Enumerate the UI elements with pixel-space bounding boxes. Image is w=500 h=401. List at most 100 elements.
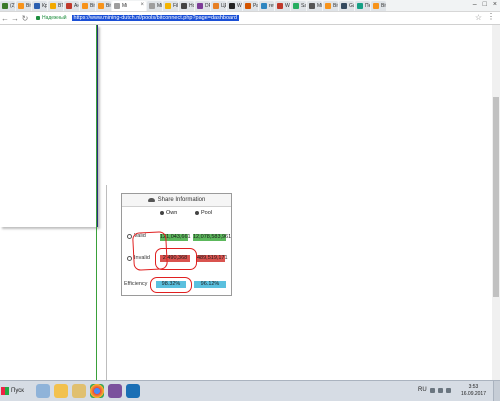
browser-tab[interactable]: Ho: [179, 1, 194, 11]
annotation-circle-invalid-value: [155, 248, 197, 270]
favicon-icon: [165, 3, 171, 9]
system-clock[interactable]: 3:53 16.09.2017: [461, 384, 486, 398]
users-icon: [195, 211, 199, 215]
card-title: Share Information: [157, 197, 206, 203]
tab-title: Кр: [42, 3, 47, 9]
browser-tab[interactable]: DP: [195, 1, 210, 11]
browser-tab[interactable]: Bit: [371, 1, 386, 11]
annotation-circle-efficiency: [150, 277, 192, 293]
browser-tab[interactable]: (2): [0, 1, 15, 11]
tray-arrow-icon[interactable]: [430, 388, 435, 393]
row-efficiency-label: Efficiency: [124, 281, 148, 287]
cloud-icon: [147, 198, 155, 202]
favicon-icon: [2, 3, 8, 9]
reload-icon[interactable]: ↻: [20, 14, 30, 23]
close-tab-icon[interactable]: ×: [140, 2, 144, 8]
favicon-icon: [197, 3, 203, 9]
col-own: Own: [160, 210, 177, 216]
browser-tab[interactable]: Ga: [339, 1, 354, 11]
language-indicator[interactable]: RU: [418, 387, 427, 393]
browser-tab[interactable]: Bit: [96, 1, 111, 11]
tab-title: Ан: [74, 3, 79, 9]
tab-title: Ра: [253, 3, 258, 9]
tab-title: Bit: [381, 3, 386, 9]
url-field[interactable]: https://www.mining-dutch.nl/pools/bitcon…: [71, 15, 239, 21]
tab-title: BT: [58, 3, 63, 9]
maximize-icon[interactable]: □: [483, 1, 487, 8]
browser-tab[interactable]: Wi: [227, 1, 242, 11]
tab-title: Mi: [157, 3, 162, 9]
minimize-icon[interactable]: –: [473, 1, 477, 8]
browser-tab[interactable]: Mi: [307, 1, 322, 11]
browser-tab[interactable]: Ра: [243, 1, 258, 11]
tab-title: DP: [205, 3, 210, 9]
tab-title: Mi: [122, 3, 128, 9]
windows-logo-icon: [1, 387, 9, 395]
browser-tab[interactable]: Bit: [16, 1, 31, 11]
show-desktop-button[interactable]: [493, 381, 500, 401]
tab-title: Bit: [90, 3, 95, 9]
explorer-icon[interactable]: [54, 384, 68, 398]
menu-icon[interactable]: ⋮: [487, 12, 495, 21]
favicon-icon: [309, 3, 315, 9]
browser-tab[interactable]: Mi ×: [112, 1, 146, 11]
network-icon[interactable]: [438, 388, 443, 393]
card-header: Share Information: [122, 194, 231, 207]
tab-title: Mi: [317, 3, 322, 9]
teamviewer-icon[interactable]: [126, 384, 140, 398]
tab-title: ЦЕ: [221, 3, 226, 9]
tab-title: Sa: [301, 3, 306, 9]
favicon-icon: [34, 3, 40, 9]
browser-tab[interactable]: Wo: [275, 1, 290, 11]
clock-date: 16.09.2017: [460, 391, 486, 397]
content-divider: [106, 185, 107, 380]
check-circle-icon: [127, 233, 132, 239]
browser-tab[interactable]: Fil: [163, 1, 178, 11]
tab-title: Bit: [333, 3, 338, 9]
green-divider: [96, 25, 97, 380]
favicon-icon: [245, 3, 251, 9]
user-icon: [160, 211, 164, 215]
favicon-icon: [293, 3, 299, 9]
scrollbar-thumb[interactable]: [493, 97, 499, 297]
favicon-icon: [277, 3, 283, 9]
secure-indicator[interactable]: Надежный: [36, 15, 67, 21]
close-window-icon[interactable]: ×: [493, 1, 497, 8]
browser-tab[interactable]: Sa: [291, 1, 306, 11]
folder-icon[interactable]: [72, 384, 86, 398]
browser-tab[interactable]: Кр: [32, 1, 47, 11]
browser-tab[interactable]: Bit: [80, 1, 95, 11]
x-circle-icon: [127, 255, 132, 261]
chrome-icon[interactable]: [90, 384, 104, 398]
tab-title: Fil: [173, 3, 178, 9]
favicon-icon: [357, 3, 363, 9]
lock-icon: [36, 16, 40, 20]
favicon-icon: [149, 3, 155, 9]
browser-tab[interactable]: Bit: [323, 1, 338, 11]
tab-title: Пе: [365, 3, 370, 9]
browser-tab[interactable]: BT: [48, 1, 63, 11]
ie-icon[interactable]: [36, 384, 50, 398]
invalid-pool-badge: 489,519,171: [197, 255, 228, 262]
taskbar: Пуск RU 3:53 16.09.2017: [0, 380, 500, 401]
favicon-icon: [181, 3, 187, 9]
back-arrow-icon[interactable]: ←: [0, 14, 10, 23]
forward-arrow-icon[interactable]: →: [10, 14, 20, 23]
favicon-icon: [66, 3, 72, 9]
start-button[interactable]: Пуск: [1, 384, 31, 398]
favicon-icon: [373, 3, 379, 9]
bookmark-star-icon[interactable]: ☆: [475, 13, 482, 22]
clock-time: 3:53: [468, 384, 479, 390]
page-scrollbar[interactable]: [492, 25, 500, 380]
browser-tab[interactable]: Mi: [147, 1, 162, 11]
volume-icon[interactable]: [446, 388, 451, 393]
favicon-icon: [213, 3, 219, 9]
viber-icon[interactable]: [108, 384, 122, 398]
favicon-icon: [341, 3, 347, 9]
browser-tab[interactable]: ЦЕ: [211, 1, 226, 11]
browser-tab[interactable]: ret: [259, 1, 274, 11]
browser-tab[interactable]: Ан: [64, 1, 79, 11]
browser-tab[interactable]: Пе: [355, 1, 370, 11]
favicon-icon: [18, 3, 24, 9]
col-pool: Pool: [195, 210, 212, 216]
